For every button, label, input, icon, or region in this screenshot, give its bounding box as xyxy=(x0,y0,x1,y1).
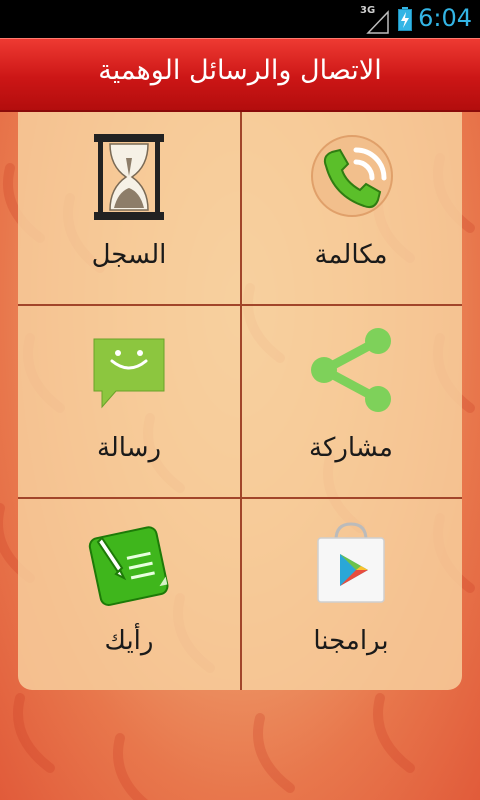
battery-charging-icon xyxy=(398,7,412,31)
menu-item-message-label: رسالة xyxy=(96,433,162,463)
clock: 6:04 xyxy=(418,4,472,32)
share-icon xyxy=(311,328,391,412)
menu-item-feedback[interactable]: رأيك xyxy=(18,498,240,690)
menu-item-call-label: مكالمة xyxy=(314,240,388,270)
phone-call-icon xyxy=(311,135,393,217)
menu-item-our-apps-label: برامجنا xyxy=(313,626,389,656)
status-bar: 3G 6:04 xyxy=(0,0,480,38)
menu-grid: مكالمة السجل مشاركة رسالة برامجنا رأيك xyxy=(18,112,462,690)
network-indicator: 3G xyxy=(360,5,390,34)
title-bar: الاتصال والرسائل الوهمية xyxy=(0,38,480,112)
menu-item-share-label: مشاركة xyxy=(309,433,393,463)
app-screen: الاتصال والرسائل الوهمية مكالمة السجل مش… xyxy=(0,38,480,800)
menu-item-our-apps[interactable]: برامجنا xyxy=(240,498,462,690)
menu-item-share[interactable]: مشاركة xyxy=(240,305,462,497)
feedback-note-icon xyxy=(88,526,169,606)
menu-item-feedback-label: رأيك xyxy=(104,626,154,656)
app-title: الاتصال والرسائل الوهمية xyxy=(98,55,382,86)
menu-item-log[interactable]: السجل xyxy=(18,112,240,304)
hourglass-icon xyxy=(94,134,164,220)
message-icon xyxy=(93,338,165,409)
signal-icon xyxy=(366,10,389,34)
menu-item-call[interactable]: مكالمة xyxy=(240,112,462,304)
menu-item-message[interactable]: رسالة xyxy=(18,305,240,497)
play-store-icon xyxy=(317,522,385,603)
menu-item-log-label: السجل xyxy=(91,240,167,270)
